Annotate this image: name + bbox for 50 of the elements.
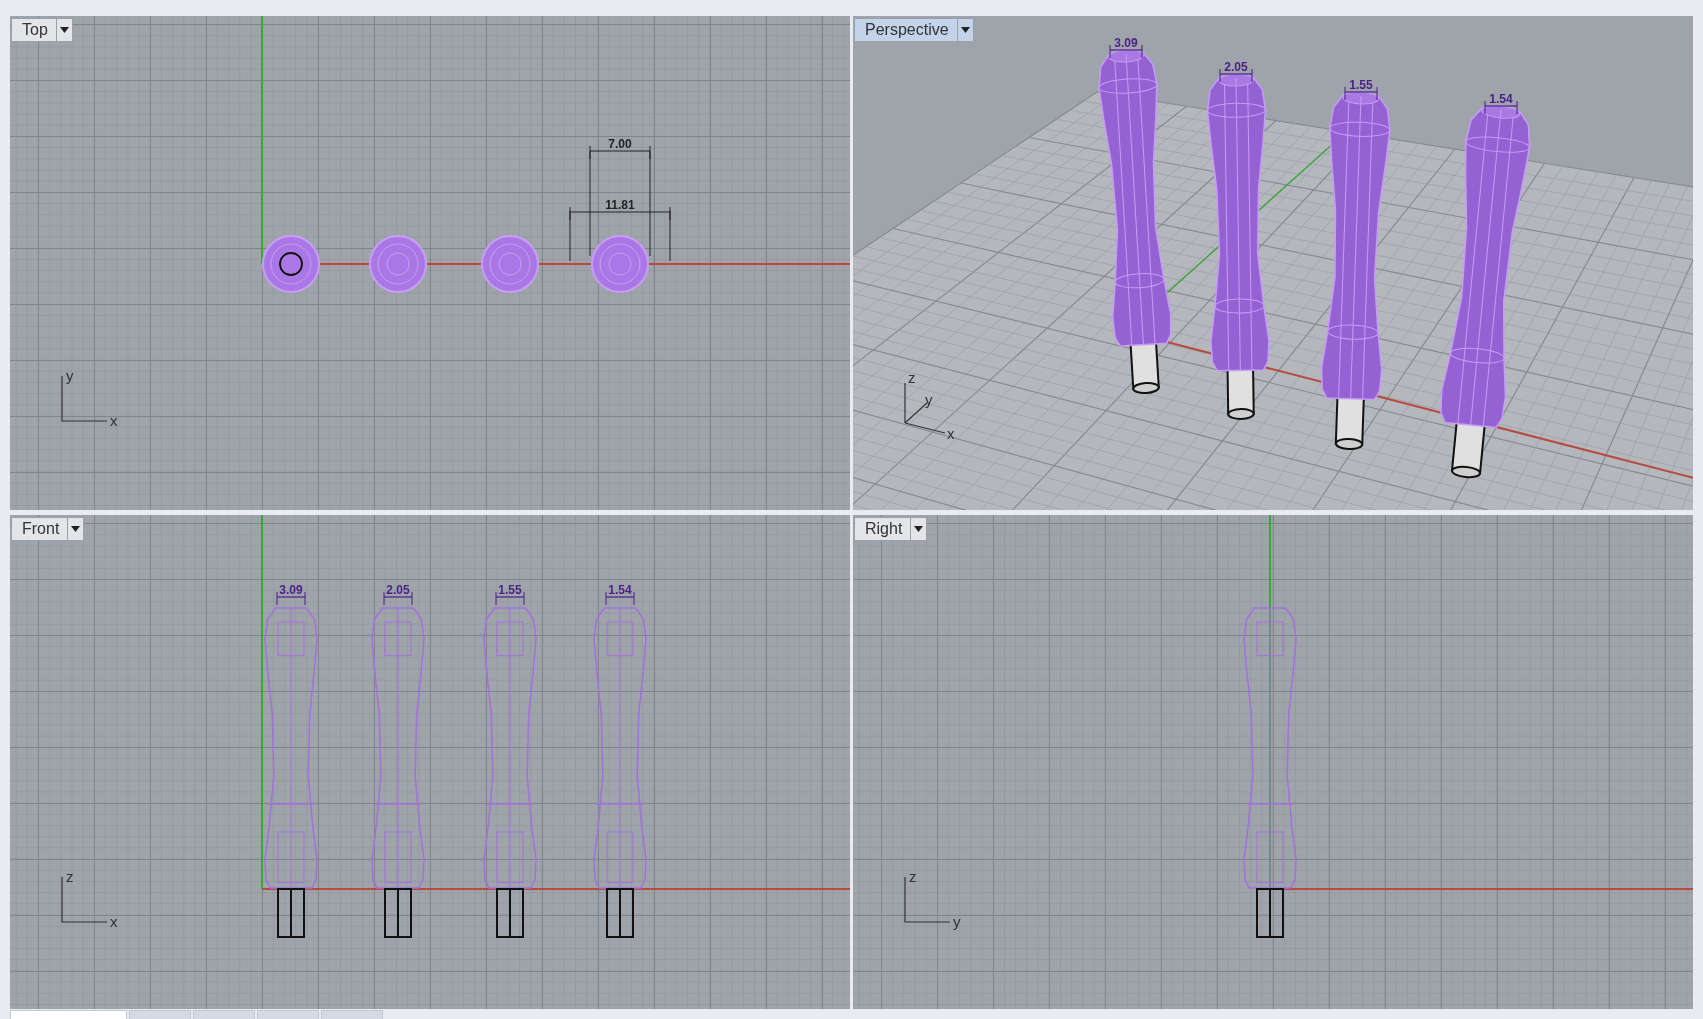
viewport-label[interactable]: Front bbox=[11, 517, 85, 541]
dimension-text: 1.54 bbox=[608, 583, 632, 597]
dropdown-button[interactable] bbox=[55, 19, 72, 41]
dimension-text: 2.05 bbox=[1224, 60, 1248, 74]
viewport-label[interactable]: Top bbox=[11, 18, 73, 42]
axis-label: z bbox=[66, 868, 74, 885]
dimension-text: 1.55 bbox=[498, 583, 522, 597]
caret-icon bbox=[71, 526, 81, 532]
dimension-text: 2.05 bbox=[386, 583, 410, 597]
axis-label: y bbox=[925, 391, 933, 408]
layout-tab[interactable] bbox=[321, 1010, 383, 1019]
viewport[interactable]: Front 3.09 2.05 1.55 1.54 z x bbox=[10, 515, 850, 1009]
axis-label: x bbox=[110, 412, 118, 429]
handle-top-drawing bbox=[262, 235, 320, 293]
viewport[interactable]: Perspective 3.09 2.05 1.55 1.54 z y x bbox=[853, 16, 1693, 510]
dimension-text: 1.54 bbox=[1489, 92, 1513, 106]
caret-icon bbox=[960, 27, 970, 33]
dimension-text: 3.09 bbox=[279, 583, 303, 597]
layout-tab[interactable] bbox=[193, 1010, 255, 1019]
axis-icon bbox=[904, 382, 946, 434]
layout-tab[interactable] bbox=[257, 1010, 319, 1019]
viewport[interactable]: Right z y bbox=[853, 515, 1693, 1009]
layout-tab[interactable] bbox=[10, 1010, 127, 1019]
viewport-title: Front bbox=[21, 519, 61, 539]
axis-label: z bbox=[908, 369, 916, 386]
dimension-text: 7.00 bbox=[608, 137, 632, 151]
axis-icon bbox=[61, 375, 108, 422]
viewport-label[interactable]: Perspective bbox=[854, 18, 974, 42]
viewport[interactable]: Top 7.00 11.81 y x bbox=[10, 16, 850, 510]
dimension-text: 3.09 bbox=[1114, 36, 1138, 50]
viewport-title: Top bbox=[21, 20, 49, 40]
axis-label: y bbox=[953, 913, 961, 930]
axis-label: x bbox=[947, 425, 955, 442]
viewport-label[interactable]: Right bbox=[854, 517, 928, 541]
caret-icon bbox=[59, 27, 69, 33]
dimension-text: 1.55 bbox=[1349, 78, 1373, 92]
axis-label: x bbox=[110, 913, 118, 930]
handle-top-drawing bbox=[591, 235, 649, 293]
axis-icon bbox=[61, 876, 108, 923]
handle-top-drawing bbox=[481, 235, 539, 293]
caret-icon bbox=[914, 526, 924, 532]
axis-icon bbox=[904, 876, 951, 923]
dropdown-button[interactable] bbox=[956, 19, 973, 41]
axis-label: y bbox=[66, 367, 74, 384]
viewport-title: Right bbox=[864, 519, 904, 539]
axis-label: z bbox=[909, 868, 917, 885]
layout-tab[interactable] bbox=[129, 1010, 191, 1019]
viewport-title: Perspective bbox=[864, 20, 950, 40]
dimension-text: 11.81 bbox=[605, 198, 635, 212]
handle-top-drawing bbox=[369, 235, 427, 293]
